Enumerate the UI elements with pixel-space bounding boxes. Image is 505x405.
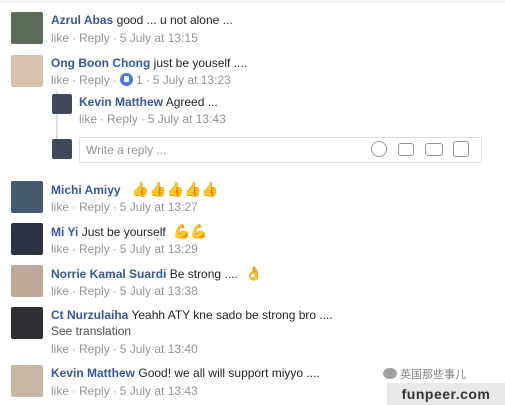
- reply-link[interactable]: Reply: [79, 31, 110, 45]
- avatar[interactable]: [11, 223, 43, 255]
- see-translation-link[interactable]: See translation: [51, 324, 131, 338]
- timestamp[interactable]: 5 July at 13:43: [120, 384, 198, 398]
- comment-text-line: Azrul Abas good ... u not alone ...: [51, 13, 233, 28]
- reply-text-line: Kevin Matthew Agreed ...: [79, 95, 218, 110]
- reply-link[interactable]: Reply: [79, 200, 110, 214]
- thumbs-up-emoji-icon: 👍👍👍👍👍: [123, 181, 219, 197]
- commenter-name[interactable]: Mi Yi: [51, 225, 78, 239]
- comment-text-line: Michi Amiyy 👍👍👍👍👍: [51, 182, 219, 198]
- commenter-name[interactable]: Ong Boon Chong: [51, 56, 150, 70]
- like-link[interactable]: like: [51, 200, 69, 214]
- commenter-name[interactable]: Kevin Matthew: [51, 366, 135, 380]
- timestamp[interactable]: 5 July at 13:43: [148, 112, 226, 126]
- reply-link[interactable]: Reply: [79, 384, 110, 398]
- wechat-watermark: 英国那些事儿: [383, 366, 503, 382]
- commenter-name[interactable]: Azrul Abas: [51, 13, 113, 27]
- comment-text: Yeahh ATY kne sado be strong bro ....: [131, 308, 333, 322]
- comment-text-line: Norrie Kamal Suardi Be strong .... 👌: [51, 266, 262, 282]
- avatar[interactable]: [11, 55, 43, 87]
- site-watermark: funpeer.com: [387, 383, 505, 405]
- see-translation-line: See translation: [51, 324, 131, 339]
- comment-text: good ... u not alone ...: [116, 13, 233, 27]
- timestamp[interactable]: 5 July at 13:23: [153, 73, 231, 87]
- avatar[interactable]: [11, 12, 43, 44]
- like-reaction-icon[interactable]: [119, 73, 133, 86]
- reply-link[interactable]: Reply: [107, 112, 138, 126]
- like-count[interactable]: 1: [136, 73, 143, 87]
- avatar[interactable]: [11, 181, 43, 213]
- comment-text: Be strong ....: [169, 267, 238, 281]
- emoji-icon[interactable]: [371, 141, 387, 157]
- comment-text: Just be yourself: [81, 225, 166, 239]
- gif-icon[interactable]: [425, 143, 443, 156]
- timestamp[interactable]: 5 July at 13:27: [120, 200, 198, 214]
- top-divider: [0, 1, 505, 2]
- like-link[interactable]: like: [51, 342, 69, 356]
- comment-text-line: Ct Nurzulaiha Yeahh ATY kne sado be stro…: [51, 308, 333, 323]
- comment-text: Agreed ...: [165, 95, 218, 109]
- like-link[interactable]: like: [51, 73, 69, 87]
- ok-hand-emoji-icon: 👌: [241, 265, 263, 281]
- wechat-icon: [383, 368, 397, 379]
- timestamp[interactable]: 5 July at 13:15: [120, 31, 198, 45]
- comment-actions: like · Reply · 5 July at 13:40: [51, 342, 198, 356]
- reply-link[interactable]: Reply: [79, 73, 110, 87]
- commenter-name[interactable]: Michi Amiyy: [51, 183, 121, 197]
- sticker-icon[interactable]: [453, 141, 469, 157]
- like-link[interactable]: like: [79, 112, 97, 126]
- reply-input[interactable]: Write a reply ...: [79, 137, 482, 163]
- comment-text: Good! we all will support miyyo ....: [138, 366, 320, 380]
- timestamp[interactable]: 5 July at 13:29: [120, 242, 198, 256]
- comment-text-line: Ong Boon Chong just be youself ....: [51, 56, 247, 71]
- like-link[interactable]: like: [51, 31, 69, 45]
- reply-link[interactable]: Reply: [79, 284, 110, 298]
- reply-link[interactable]: Reply: [79, 342, 110, 356]
- like-link[interactable]: like: [51, 284, 69, 298]
- comment-actions: like · Reply · 1 · 5 July at 13:23: [51, 73, 231, 87]
- avatar[interactable]: [11, 265, 43, 297]
- comment-actions: like · Reply · 5 July at 13:15: [51, 31, 198, 45]
- commenter-name[interactable]: Kevin Matthew: [79, 95, 163, 109]
- avatar[interactable]: [52, 94, 72, 114]
- timestamp[interactable]: 5 July at 13:38: [120, 284, 198, 298]
- wechat-account: 英国那些事儿: [400, 369, 466, 381]
- comment-actions: like · Reply · 5 July at 13:43: [51, 384, 198, 398]
- camera-icon[interactable]: [398, 143, 414, 156]
- timestamp[interactable]: 5 July at 13:40: [120, 342, 198, 356]
- like-link[interactable]: like: [51, 242, 69, 256]
- reply-actions: like · Reply · 5 July at 13:43: [79, 112, 226, 126]
- comment-actions: like · Reply · 5 July at 13:29: [51, 242, 198, 256]
- current-user-avatar: [52, 139, 72, 159]
- avatar[interactable]: [11, 307, 43, 339]
- comment-text: just be youself ....: [153, 56, 248, 70]
- reply-placeholder: Write a reply ...: [86, 143, 167, 157]
- comment-actions: like · Reply · 5 July at 13:38: [51, 284, 198, 298]
- comment-actions: like · Reply · 5 July at 13:27: [51, 200, 198, 214]
- commenter-name[interactable]: Ct Nurzulaiha: [51, 308, 128, 322]
- flexed-biceps-emoji-icon: 💪💪: [169, 223, 208, 239]
- like-link[interactable]: like: [51, 384, 69, 398]
- comment-text-line: Mi Yi Just be yourself 💪💪: [51, 224, 208, 240]
- reply-link[interactable]: Reply: [79, 242, 110, 256]
- avatar[interactable]: [11, 365, 43, 397]
- commenter-name[interactable]: Norrie Kamal Suardi: [51, 267, 166, 281]
- comment-text-line: Kevin Matthew Good! we all will support …: [51, 366, 320, 381]
